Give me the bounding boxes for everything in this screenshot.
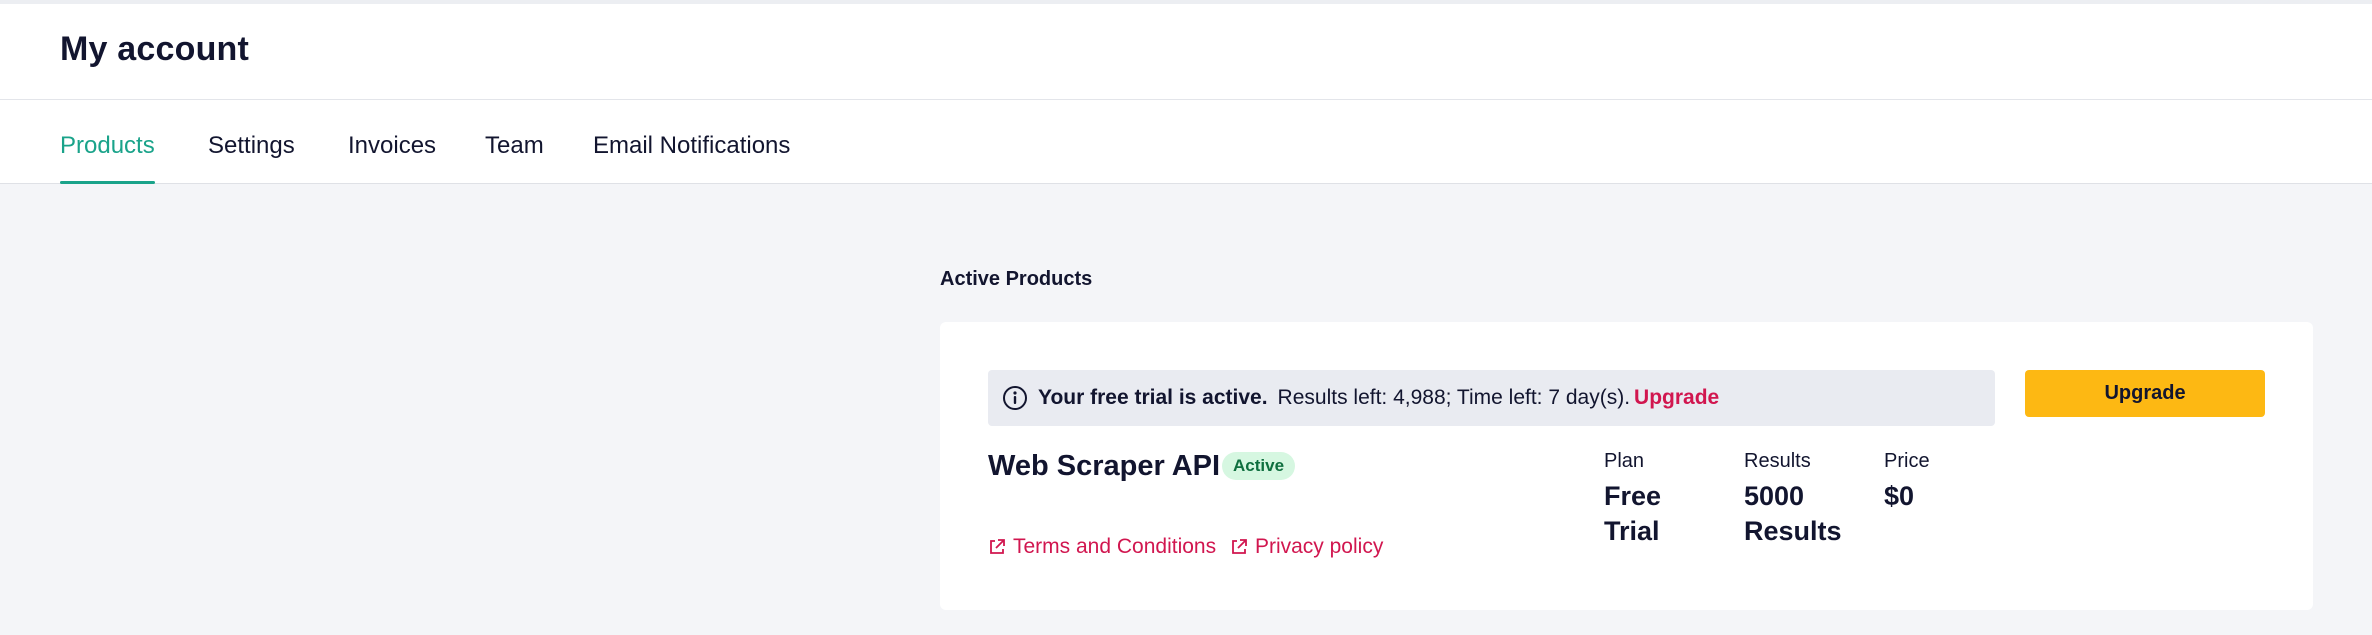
plan-stat: Plan Free Trial	[1604, 450, 1661, 549]
terms-and-conditions-label: Terms and Conditions	[1013, 535, 1217, 558]
tab-settings[interactable]: Settings	[208, 132, 295, 182]
results-value-line-2: Results	[1744, 516, 1842, 546]
tab-email-notifications[interactable]: Email Notifications	[593, 132, 790, 182]
trial-banner-details: Results left: 4,988; Time left: 7 day(s)…	[1277, 386, 1631, 409]
product-name: Web Scraper API	[988, 450, 1221, 482]
trial-banner-upgrade-link[interactable]: Upgrade	[1634, 386, 1719, 410]
privacy-policy-link[interactable]: Privacy policy	[1230, 535, 1383, 559]
price-stat: Price $0	[1884, 450, 1930, 514]
upgrade-button[interactable]: Upgrade	[2025, 370, 2265, 417]
terms-and-conditions-link[interactable]: Terms and Conditions	[988, 535, 1216, 559]
privacy-policy-label: Privacy policy	[1254, 535, 1384, 558]
tab-team[interactable]: Team	[485, 132, 544, 182]
product-card: Your free trial is active. Results left:…	[940, 322, 2313, 610]
active-products-heading: Active Products	[940, 268, 1093, 290]
trial-banner: Your free trial is active. Results left:…	[988, 370, 1995, 426]
results-stat: Results 5000 Results	[1744, 450, 1842, 549]
info-icon	[1002, 385, 1028, 411]
page-title: My account	[60, 30, 250, 68]
results-value: 5000 Results	[1744, 479, 1842, 549]
results-label: Results	[1744, 450, 1811, 472]
page-header: My account	[0, 4, 2372, 100]
product-links: Terms and Conditions Privacy policy	[988, 535, 1391, 562]
plan-value-line-2: Trial	[1604, 516, 1660, 546]
status-badge: Active	[1222, 452, 1296, 480]
price-value: $0	[1884, 481, 1915, 511]
trial-banner-title: Your free trial is active.	[1038, 386, 1268, 409]
tab-products[interactable]: Products	[60, 132, 155, 184]
results-value-line-1: 5000	[1744, 481, 1805, 511]
plan-value-line-1: Free	[1604, 481, 1662, 511]
tab-bar: Products Settings Invoices Team Email No…	[0, 100, 2372, 184]
price-label: Price	[1884, 450, 1930, 472]
plan-label: Plan	[1604, 450, 1645, 472]
external-link-icon	[1230, 538, 1248, 556]
tab-invoices[interactable]: Invoices	[348, 132, 436, 182]
plan-value: Free Trial	[1604, 479, 1661, 549]
external-link-icon	[988, 538, 1006, 556]
